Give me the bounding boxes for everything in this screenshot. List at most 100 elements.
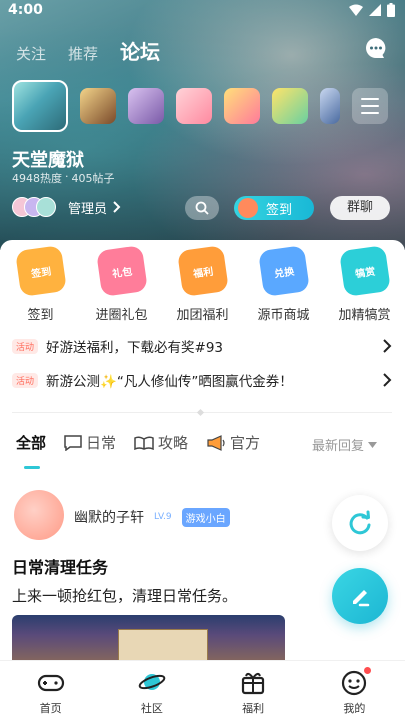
forum-heat: 4948热度 (12, 172, 62, 185)
notice-text: 新游公测✨“凡人修仙传”晒图赢代金券！ (46, 374, 293, 390)
quick-action-label: 加精犒赏 (338, 308, 391, 323)
quick-actions: 签到 签到 礼包 进圈礼包 福利 加团福利 兑换 源币商城 犒赏 加精犒赏 (0, 245, 405, 323)
chat-bubble-outline-icon (64, 434, 82, 451)
tab-all[interactable]: 全部 (16, 432, 46, 453)
divider-dot (196, 408, 205, 417)
tab-label: 官方 (230, 434, 261, 452)
battery-icon (387, 3, 395, 17)
tab-forum[interactable]: 论坛 (120, 36, 160, 65)
post-author: 幽默的子轩 LV.9 游戏小白 (74, 507, 230, 527)
notice-item[interactable]: 活动 好游送福利，下载必有奖#93 (12, 335, 392, 357)
nav-welfare[interactable]: 福利 (203, 661, 304, 720)
refresh-button[interactable] (332, 495, 388, 551)
chat-bubble-icon (366, 38, 386, 58)
tab-guide[interactable]: 攻略 (134, 432, 188, 453)
tab-label: 日常 (86, 434, 117, 452)
quick-action-label: 签到 (27, 308, 54, 323)
group-chat-button[interactable]: 群聊 (330, 196, 390, 220)
quick-action-coin-store[interactable]: 兑换 源币商城 (243, 245, 324, 323)
checkin-label: 签到 (266, 202, 293, 218)
pencil-icon (353, 590, 370, 607)
megaphone-icon (207, 434, 225, 451)
nav-community[interactable]: 社区 (101, 661, 202, 720)
forum-title: 天堂魔狱 (12, 150, 84, 171)
nav-label: 社区 (140, 702, 163, 715)
status-bar: 4:00 (0, 0, 405, 22)
signal-icon (369, 4, 381, 16)
tab-official[interactable]: 官方 (206, 432, 260, 453)
admin-list[interactable]: 管理员 (12, 197, 121, 217)
bottom-nav: 首页 社区 福利 我的 (0, 660, 405, 720)
wifi-icon (349, 4, 363, 16)
reward-icon: 犒赏 (338, 245, 391, 297)
nav-label: 福利 (242, 702, 265, 715)
game-icon-4[interactable] (176, 88, 212, 124)
gift-box-icon (242, 672, 265, 695)
more-games-button[interactable] (352, 88, 388, 124)
tab-recommend[interactable]: 推荐 (68, 43, 98, 64)
category-tabs: 全部 日常 攻略 官方 (16, 432, 260, 453)
messages-button[interactable] (364, 36, 388, 60)
quick-action-label: 进圈礼包 (95, 308, 148, 323)
book-icon (134, 435, 154, 450)
game-icon-3[interactable] (128, 88, 164, 124)
post-title[interactable]: 日常清理任务 (12, 554, 108, 578)
quick-action-group-welfare[interactable]: 福利 加团福利 (162, 245, 243, 323)
nav-profile[interactable]: 我的 (304, 661, 405, 720)
admin-avatars (12, 197, 56, 217)
checkin-icon: 签到 (14, 245, 67, 297)
game-switcher (12, 80, 388, 132)
game-icon-5[interactable] (224, 88, 260, 124)
level-badge: LV.9 (154, 512, 172, 522)
status-time: 4:00 (8, 2, 43, 18)
title-badge: 游戏小白 (181, 507, 230, 527)
post-image[interactable] (12, 615, 285, 665)
avatar[interactable] (14, 490, 64, 540)
sort-dropdown[interactable]: 最新回复 (312, 435, 377, 454)
game-icon-2[interactable] (80, 88, 116, 124)
checkin-button[interactable]: 签到 (234, 196, 314, 220)
chevron-right-icon (383, 373, 392, 387)
search-button[interactable] (185, 196, 219, 220)
forum-post-count: 405帖子 (71, 172, 115, 185)
quick-action-label: 源币商城 (257, 308, 310, 323)
nav-home[interactable]: 首页 (0, 661, 101, 720)
notice-text: 好游送福利，下载必有奖#93 (46, 340, 224, 356)
welfare-icon: 福利 (176, 245, 229, 297)
game-icon-7[interactable] (320, 88, 340, 124)
game-icon-6[interactable] (272, 88, 308, 124)
nav-label: 首页 (39, 702, 62, 715)
gift-icon (238, 198, 258, 218)
author-name[interactable]: 幽默的子轩 (74, 507, 144, 527)
current-game-icon[interactable] (12, 80, 68, 132)
notice-item[interactable]: 活动 新游公测✨“凡人修仙传”晒图赢代金券！ (12, 369, 392, 391)
notification-dot (363, 667, 371, 674)
chevron-right-icon (383, 339, 392, 353)
sort-label: 最新回复 (311, 439, 364, 454)
tab-daily[interactable]: 日常 (64, 432, 116, 453)
quick-action-gift-pack[interactable]: 礼包 进圈礼包 (81, 245, 162, 323)
avatar (36, 197, 56, 217)
top-tabs: 关注 推荐 论坛 (16, 36, 160, 65)
activity-badge: 活动 (12, 372, 39, 388)
active-tab-indicator (24, 466, 40, 469)
compose-post-button[interactable] (332, 568, 388, 624)
tab-label: 攻略 (158, 434, 189, 452)
tab-following[interactable]: 关注 (16, 43, 46, 64)
post-body[interactable]: 上来一顿抢红包，清理日常任务。 (12, 585, 237, 606)
caret-down-icon (368, 441, 377, 448)
quick-action-label: 加团福利 (176, 308, 229, 323)
nav-label: 我的 (343, 702, 366, 715)
quick-action-checkin[interactable]: 签到 签到 (0, 245, 81, 323)
chevron-right-icon (113, 201, 121, 213)
gamepad-icon (37, 674, 64, 692)
activity-badge: 活动 (12, 338, 39, 354)
quick-action-reward[interactable]: 犒赏 加精犒赏 (324, 245, 405, 323)
refresh-icon (349, 510, 371, 535)
status-icons (349, 3, 395, 17)
stats-separator: · (65, 170, 69, 183)
tab-label: 全部 (16, 434, 47, 452)
exchange-icon: 兑换 (257, 245, 310, 297)
forum-stats: 4948热度 · 405帖子 (12, 170, 115, 186)
planet-icon (138, 674, 166, 690)
